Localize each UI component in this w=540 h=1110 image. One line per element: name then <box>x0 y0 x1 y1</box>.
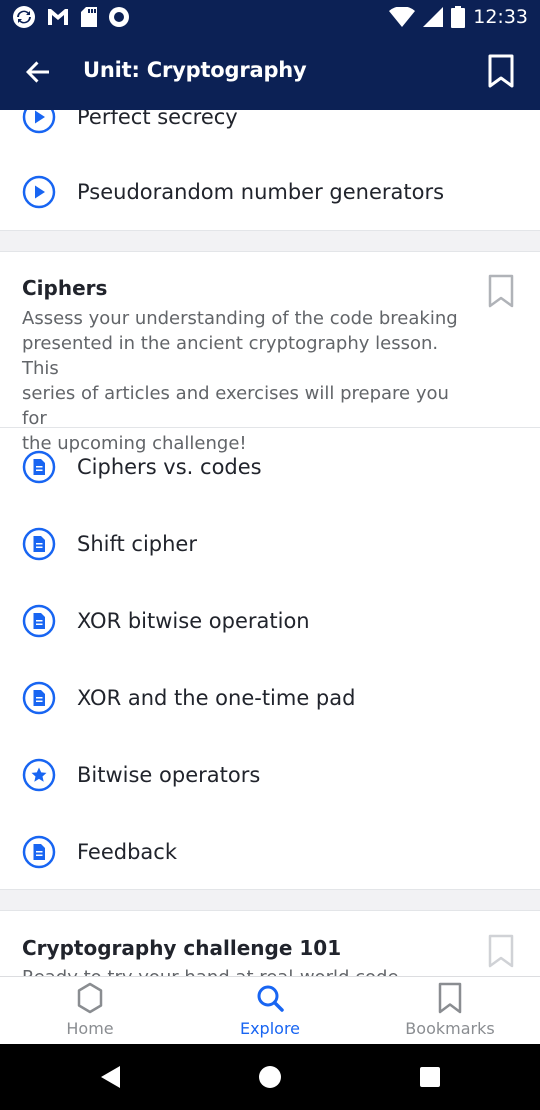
article-icon <box>22 681 56 714</box>
arrow-left-icon <box>26 61 49 83</box>
section-separator <box>0 230 540 252</box>
nav-home[interactable]: Home <box>0 977 180 1045</box>
status-time: 12:33 <box>473 6 528 28</box>
back-triangle-icon[interactable] <box>98 1064 124 1090</box>
list-item-label: Perfect secrecy <box>77 110 238 129</box>
nav-explore[interactable]: Explore <box>180 977 360 1045</box>
list-item-label: Feedback <box>77 839 178 864</box>
list-item[interactable]: XOR bitwise operation <box>0 582 540 659</box>
exercise-star-icon <box>22 758 56 791</box>
circle-icon <box>109 7 129 27</box>
gmail-icon <box>48 9 68 25</box>
list-item[interactable]: XOR and the one-time pad <box>0 659 540 736</box>
list-item[interactable]: Ciphers vs. codes <box>0 428 540 505</box>
bookmark-outline-icon <box>488 54 514 88</box>
bookmark-outline-icon <box>488 934 514 968</box>
list-item[interactable]: Shift cipher <box>0 505 540 582</box>
nav-bookmarks[interactable]: Bookmarks <box>360 977 540 1045</box>
video-play-icon <box>22 110 56 133</box>
section-separator <box>0 889 540 911</box>
bookmark-icon <box>438 982 462 1014</box>
battery-icon <box>451 6 466 28</box>
wifi-icon <box>389 7 416 27</box>
list-item-label: Shift cipher <box>77 531 197 556</box>
article-icon <box>22 450 56 483</box>
search-icon <box>257 985 284 1012</box>
home-circle-icon[interactable] <box>257 1064 283 1090</box>
bookmark-unit-button[interactable] <box>488 54 518 90</box>
bookmark-outline-icon <box>488 274 514 308</box>
list-item[interactable]: Perfect secrecy <box>0 110 540 155</box>
sync-icon <box>13 6 35 28</box>
nav-label: Home <box>66 1019 114 1038</box>
unit-content[interactable]: Perfect secrecy Pseudorandom number gene… <box>0 110 540 976</box>
list-item[interactable]: Bitwise operators <box>0 736 540 813</box>
description-line: series of articles and exercises will pr… <box>22 383 449 429</box>
article-icon <box>22 835 56 868</box>
bookmark-section-button[interactable] <box>488 274 514 308</box>
bookmark-section-button[interactable] <box>488 934 514 968</box>
video-play-icon <box>22 175 56 208</box>
nav-label: Bookmarks <box>405 1019 495 1038</box>
system-nav-bar <box>0 1044 540 1110</box>
list-item[interactable]: Feedback <box>0 813 540 890</box>
home-hexagon-icon <box>77 982 103 1014</box>
section-title: Cryptography challenge 101 <box>22 936 342 960</box>
signal-icon <box>423 7 444 27</box>
status-left-icons <box>12 5 130 29</box>
list-item-label: XOR bitwise operation <box>77 608 310 633</box>
bottom-nav: Home Explore Bookmarks <box>0 976 540 1044</box>
list-item-label: Pseudorandom number generators <box>77 179 445 204</box>
section-title: Ciphers <box>22 276 108 300</box>
description-line: Assess your understanding of the code br… <box>22 308 458 329</box>
list-item[interactable]: Pseudorandom number generators <box>0 153 540 230</box>
nav-label: Explore <box>239 1019 301 1038</box>
list-item-label: Ciphers vs. codes <box>77 454 262 479</box>
section-description: Ready to try your hand at real-world cod… <box>22 965 472 976</box>
page-title: Unit: Cryptography <box>83 58 307 82</box>
article-icon <box>22 527 56 560</box>
list-item-label: XOR and the one-time pad <box>77 685 356 710</box>
list-item-label: Bitwise operators <box>77 762 261 787</box>
description-line: presented in the ancient cryptography le… <box>22 333 439 379</box>
article-icon <box>22 604 56 637</box>
recents-square-icon[interactable] <box>419 1066 441 1088</box>
status-bar: 12:33 <box>0 0 540 34</box>
status-right: 12:33 <box>389 6 528 28</box>
back-button[interactable] <box>20 54 56 90</box>
app-bar: Unit: Cryptography <box>0 34 540 110</box>
sd-card-icon <box>81 7 97 27</box>
